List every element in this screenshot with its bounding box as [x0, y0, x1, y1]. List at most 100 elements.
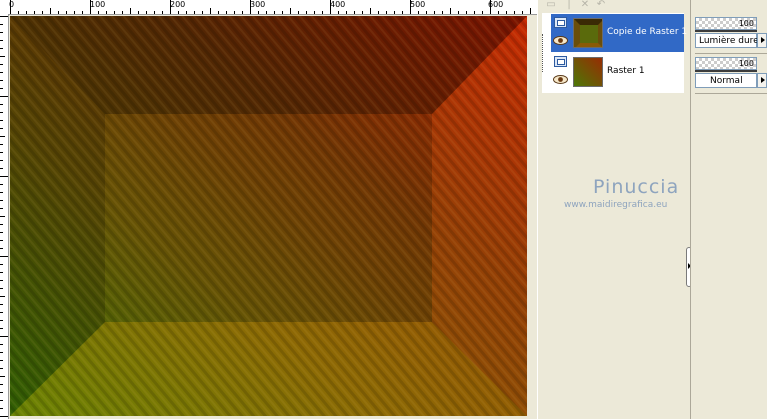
ruler-tick: [170, 0, 171, 14]
ruler-tick: [178, 11, 179, 14]
ruler-tick: [0, 120, 3, 121]
ruler-tick: [354, 11, 355, 14]
ruler-tick: [226, 11, 227, 14]
opacity-slider[interactable]: [695, 70, 757, 72]
opacity-field[interactable]: 100: [695, 17, 757, 30]
vertical-ruler: [0, 14, 9, 419]
new-layer-icon[interactable]: ▭: [544, 0, 558, 10]
ruler-label: 300: [250, 0, 266, 9]
ruler-tick: [506, 11, 507, 14]
ruler-tick: [0, 352, 3, 353]
blend-mode-value: Lumière dure: [699, 36, 759, 46]
ruler-tick: [0, 288, 3, 289]
ruler-tick: [0, 240, 3, 241]
ruler-tick: [370, 8, 371, 14]
ruler-label: 500: [410, 0, 426, 9]
opacity-value: 100: [738, 19, 754, 28]
ruler-tick: [90, 0, 91, 14]
divider: [695, 93, 767, 94]
image-canvas[interactable]: [10, 16, 527, 416]
layers-palette: ▭ | ✕ ↶ Copie de Raster 1 Raster 1 Pinuc…: [542, 0, 692, 419]
eye-icon[interactable]: [553, 36, 568, 45]
delete-layer-icon[interactable]: ✕: [578, 0, 592, 10]
layer-row-copie-raster-1[interactable]: Copie de Raster 1: [551, 14, 687, 52]
ruler-tick: [0, 320, 3, 321]
horizontal-ruler: 0 100 200 300 400 500 600: [8, 0, 537, 15]
ruler-tick: [122, 11, 123, 14]
ruler-tick: [0, 368, 3, 369]
ruler-tick: [98, 11, 99, 14]
ruler-tick: [0, 16, 8, 17]
ruler-tick: [498, 11, 499, 14]
ruler-tick: [410, 0, 411, 14]
ruler-tick: [514, 11, 515, 14]
ruler-tick: [0, 64, 3, 65]
ruler-label: 400: [330, 0, 346, 9]
ruler-tick: [0, 152, 3, 153]
ruler-tick: [282, 11, 283, 14]
layer-type-icon: [554, 56, 567, 67]
ruler-tick: [0, 280, 3, 281]
ruler-tick: [0, 48, 3, 49]
ruler-tick: [466, 11, 467, 14]
dropdown-arrow-icon[interactable]: [757, 33, 767, 48]
ruler-tick: [0, 168, 3, 169]
blend-mode-select[interactable]: Normal: [695, 73, 757, 88]
ruler-tick: [0, 24, 3, 25]
ruler-tick: [274, 11, 275, 14]
layer-icons: [553, 55, 569, 89]
ruler-tick: [0, 384, 3, 385]
ruler-tick: [0, 200, 3, 201]
ruler-tick: [82, 11, 83, 14]
ruler-label: 200: [170, 0, 186, 9]
canvas-area: 0 100 200 300 400 500 600: [0, 0, 537, 419]
dropdown-arrow-icon[interactable]: [757, 73, 767, 88]
ruler-tick: [0, 408, 3, 409]
ruler-tick: [322, 11, 323, 14]
opacity-value: 100: [738, 59, 754, 68]
opacity-field[interactable]: 100: [695, 57, 757, 70]
ruler-tick: [482, 11, 483, 14]
ruler-tick: [34, 11, 35, 14]
ruler-tick: [418, 11, 419, 14]
ruler-tick: [0, 72, 3, 73]
opacity-slider[interactable]: [695, 30, 757, 32]
ruler-tick: [0, 256, 8, 257]
layer-row-raster-1[interactable]: Raster 1: [551, 53, 684, 91]
ruler-tick: [138, 11, 139, 14]
ruler-tick: [0, 296, 5, 297]
ruler-tick: [402, 11, 403, 14]
toolbar-separator: |: [567, 0, 571, 10]
blend-mode-select[interactable]: Lumière dure: [695, 33, 759, 48]
ruler-tick: [0, 416, 8, 417]
ruler-tick: [0, 96, 8, 97]
ruler-tick: [66, 11, 67, 14]
undo-icon[interactable]: ↶: [594, 0, 608, 10]
ruler-tick: [0, 40, 3, 41]
ruler-tick: [106, 11, 107, 14]
blend-mode-value: Normal: [710, 76, 743, 86]
ruler-tick: [250, 0, 251, 14]
ruler-tick: [0, 264, 3, 265]
ruler-tick: [194, 11, 195, 14]
ruler-tick: [0, 216, 5, 217]
ruler-tick: [0, 144, 3, 145]
ruler-tick: [154, 11, 155, 14]
layer-properties-copie-raster-1: 100 Lumière dure: [695, 17, 767, 57]
layers-toolbar: ▭ | ✕ ↶: [542, 0, 690, 12]
ruler-tick: [146, 11, 147, 14]
ruler-corner: [0, 0, 8, 14]
ruler-tick: [0, 112, 3, 113]
ruler-tick: [378, 11, 379, 14]
layer-icons: [553, 16, 569, 50]
beveled-frame-image: [10, 16, 527, 416]
ruler-tick: [0, 176, 8, 177]
eye-icon[interactable]: [553, 75, 568, 84]
ruler-tick: [58, 11, 59, 14]
ruler-tick: [218, 11, 219, 14]
ruler-tick: [530, 8, 531, 14]
ruler-tick: [0, 272, 3, 273]
ruler-tick: [0, 224, 3, 225]
ruler-tick: [0, 400, 3, 401]
ruler-tick: [0, 344, 3, 345]
